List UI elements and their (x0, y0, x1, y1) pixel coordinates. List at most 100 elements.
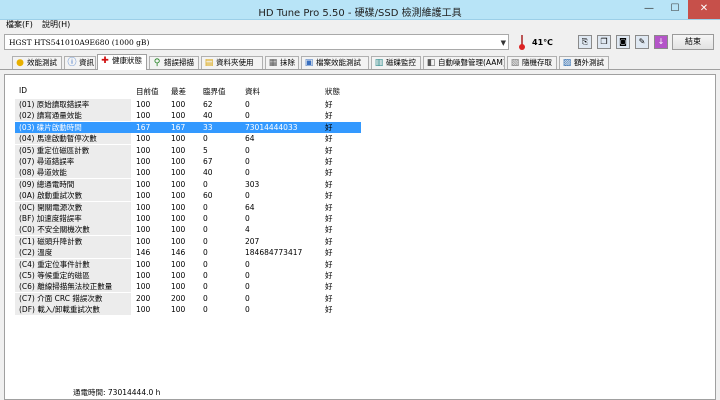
smart-attributes-table: ID 目前值 最差 臨界值 資料 狀態 (01) 原始讀取錯誤率 100 100 62… (4, 74, 716, 400)
table-row[interactable]: (C2) 溫度 146 146 0 184684773417 好 (5, 247, 715, 259)
table-row[interactable]: (C6) 離線掃描無法校正數量 100 100 0 0 好 (5, 281, 715, 293)
table-row[interactable]: (0A) 啟動重試次數 100 100 60 0 好 (5, 190, 715, 202)
tab-error-scan[interactable]: ⚲ 錯誤掃描 (149, 56, 199, 69)
row-data: 0 (245, 168, 250, 178)
column-header-worst[interactable]: 最差 (171, 86, 186, 97)
row-status: 好 (325, 202, 333, 212)
copy-screen-icon[interactable]: ❐ (597, 35, 611, 49)
row-status: 好 (325, 111, 333, 121)
row-data: 0 (245, 282, 250, 292)
table-row[interactable]: (07) 尋道錯誤率 100 100 67 0 好 (5, 156, 715, 167)
table-row[interactable]: (01) 原始讀取錯誤率 100 100 62 0 好 (5, 99, 715, 110)
column-header-status[interactable]: 狀態 (325, 86, 340, 97)
copy-text-icon[interactable]: ⎘ (578, 35, 592, 49)
table-row[interactable]: (08) 尋道效能 100 100 40 0 好 (5, 167, 715, 179)
row-threshold: 0 (203, 202, 208, 212)
row-threshold: 40 (203, 111, 213, 121)
table-row[interactable]: (02) 讀寫通量效能 100 100 40 0 好 (5, 110, 715, 122)
column-header-id[interactable]: ID (19, 86, 27, 95)
row-status: 好 (325, 134, 333, 144)
row-status: 好 (325, 145, 333, 155)
thermometer-icon (518, 35, 526, 50)
table-row[interactable]: (C1) 磁頭升降計數 100 100 0 207 好 (5, 235, 715, 247)
row-threshold: 0 (203, 134, 208, 144)
bottom-summary: 通電時間: 73014444.0 h (73, 388, 161, 397)
table-row[interactable]: (C0) 不安全關機次數 100 100 0 4 好 (5, 224, 715, 236)
row-status: 好 (325, 191, 333, 201)
close-button[interactable]: ✕ (688, 0, 720, 19)
screenshot-camera-icon[interactable]: ◙ (616, 35, 630, 49)
row-id: (C5) 等候重定的磁區 (15, 270, 131, 281)
tab-folder-usage[interactable]: ▤ 資料夾使用 (201, 56, 263, 69)
row-worst: 100 (171, 100, 186, 109)
table-row[interactable]: (C4) 重定位事件計數 100 100 0 0 好 (5, 258, 715, 270)
table-row[interactable]: (0C) 開關電源次數 100 100 0 64 好 (5, 201, 715, 213)
download-arrow-icon[interactable]: ↓ (654, 35, 668, 49)
tab-benchmark[interactable]: ● 效能測試 (12, 56, 62, 69)
row-status: 好 (325, 248, 333, 258)
row-status: 好 (325, 271, 333, 280)
tab-disk-monitor[interactable]: ▥ 磁碟監控 (371, 56, 421, 69)
benchmark-icon: ● (16, 58, 24, 68)
toolbar: HGST HTS541010A9E680 (1000 gB) ▼ 41℃ ⎘ ❐… (0, 31, 720, 53)
tab-bar: ● 效能測試 ⓘ 資訊 ✚ 健康狀態 ⚲ 錯誤掃描 ▤ 資料夾使用 ▦ 抹除 ▣ 檔案效能測試… (0, 54, 720, 70)
table-row[interactable]: (03) 碟片啟動時間 167 167 33 73014444033 好 (5, 121, 715, 133)
row-worst: 100 (171, 259, 186, 269)
table-row[interactable]: (BF) 加速度錯誤率 100 100 0 0 好 (5, 213, 715, 224)
row-worst: 100 (171, 145, 186, 155)
health-icon: ✚ (101, 56, 109, 66)
row-status: 好 (325, 168, 333, 178)
maximize-button[interactable]: ☐ (662, 0, 688, 19)
tab-extra-tests[interactable]: ▨ 額外測試 (559, 56, 609, 69)
minimize-button[interactable]: — (636, 0, 662, 19)
column-header-data[interactable]: 資料 (245, 86, 260, 97)
row-threshold: 0 (203, 293, 208, 303)
menu-help[interactable]: 說明(H) (42, 20, 70, 30)
title-bar: HD Tune Pro 5.50 - 硬碟/SSD 檢測維護工具 — ☐ ✕ (0, 0, 720, 20)
row-worst: 100 (171, 236, 186, 246)
row-id: (BF) 加速度錯誤率 (15, 213, 131, 224)
tab-file-benchmark[interactable]: ▣ 檔案效能測試 (301, 56, 369, 69)
column-header-threshold[interactable]: 臨界值 (203, 86, 226, 97)
table-row[interactable]: (04) 馬達啟動暫停次數 100 100 0 64 好 (5, 133, 715, 145)
row-current: 100 (136, 305, 151, 315)
row-threshold: 62 (203, 100, 213, 109)
row-data: 73014444033 (245, 122, 298, 132)
tab-aam[interactable]: ◧ 自動噪聲管理(AAM) (423, 56, 505, 69)
row-status: 好 (325, 157, 333, 166)
table-row[interactable]: (C5) 等候重定的磁區 100 100 0 0 好 (5, 270, 715, 281)
row-status: 好 (325, 179, 333, 189)
row-threshold: 0 (203, 179, 208, 189)
table-row[interactable]: (DF) 載入/卸載重試次數 100 100 0 0 好 (5, 304, 715, 316)
column-header-current[interactable]: 目前值 (136, 86, 159, 97)
row-id: (07) 尋道錯誤率 (15, 156, 131, 167)
row-data: 0 (245, 145, 250, 155)
table-row[interactable]: (05) 重定位磁區計數 100 100 5 0 好 (5, 144, 715, 156)
row-id: (C4) 重定位事件計數 (15, 258, 131, 270)
row-worst: 100 (171, 191, 186, 201)
drive-select[interactable]: HGST HTS541010A9E680 (1000 gB) ▼ (4, 34, 509, 50)
menu-file[interactable]: 檔案(F) (6, 20, 33, 30)
row-data: 0 (245, 111, 250, 121)
row-worst: 200 (171, 293, 186, 303)
row-status: 好 (325, 282, 333, 292)
options-wrench-icon[interactable]: ✎ (635, 35, 649, 49)
tab-health[interactable]: ✚ 健康狀態 (97, 54, 147, 70)
row-current: 100 (136, 111, 151, 121)
row-current: 100 (136, 168, 151, 178)
table-row[interactable]: (09) 總通電時間 100 100 0 303 好 (5, 178, 715, 190)
row-current: 100 (136, 271, 151, 280)
row-id: (09) 總通電時間 (15, 178, 131, 190)
tab-info[interactable]: ⓘ 資訊 (64, 56, 96, 69)
tab-random-access[interactable]: ▧ 隨機存取 (507, 56, 557, 69)
row-id: (02) 讀寫通量效能 (15, 110, 131, 122)
row-current: 100 (136, 134, 151, 144)
row-status: 好 (325, 236, 333, 246)
row-status: 好 (325, 225, 333, 235)
tab-erase[interactable]: ▦ 抹除 (265, 56, 299, 69)
row-threshold: 60 (203, 191, 213, 201)
row-current: 100 (136, 282, 151, 292)
row-current: 100 (136, 100, 151, 109)
table-row[interactable]: (C7) 介面 CRC 錯誤次數 200 200 0 0 好 (5, 292, 715, 304)
exit-button[interactable]: 結束 (672, 34, 714, 50)
